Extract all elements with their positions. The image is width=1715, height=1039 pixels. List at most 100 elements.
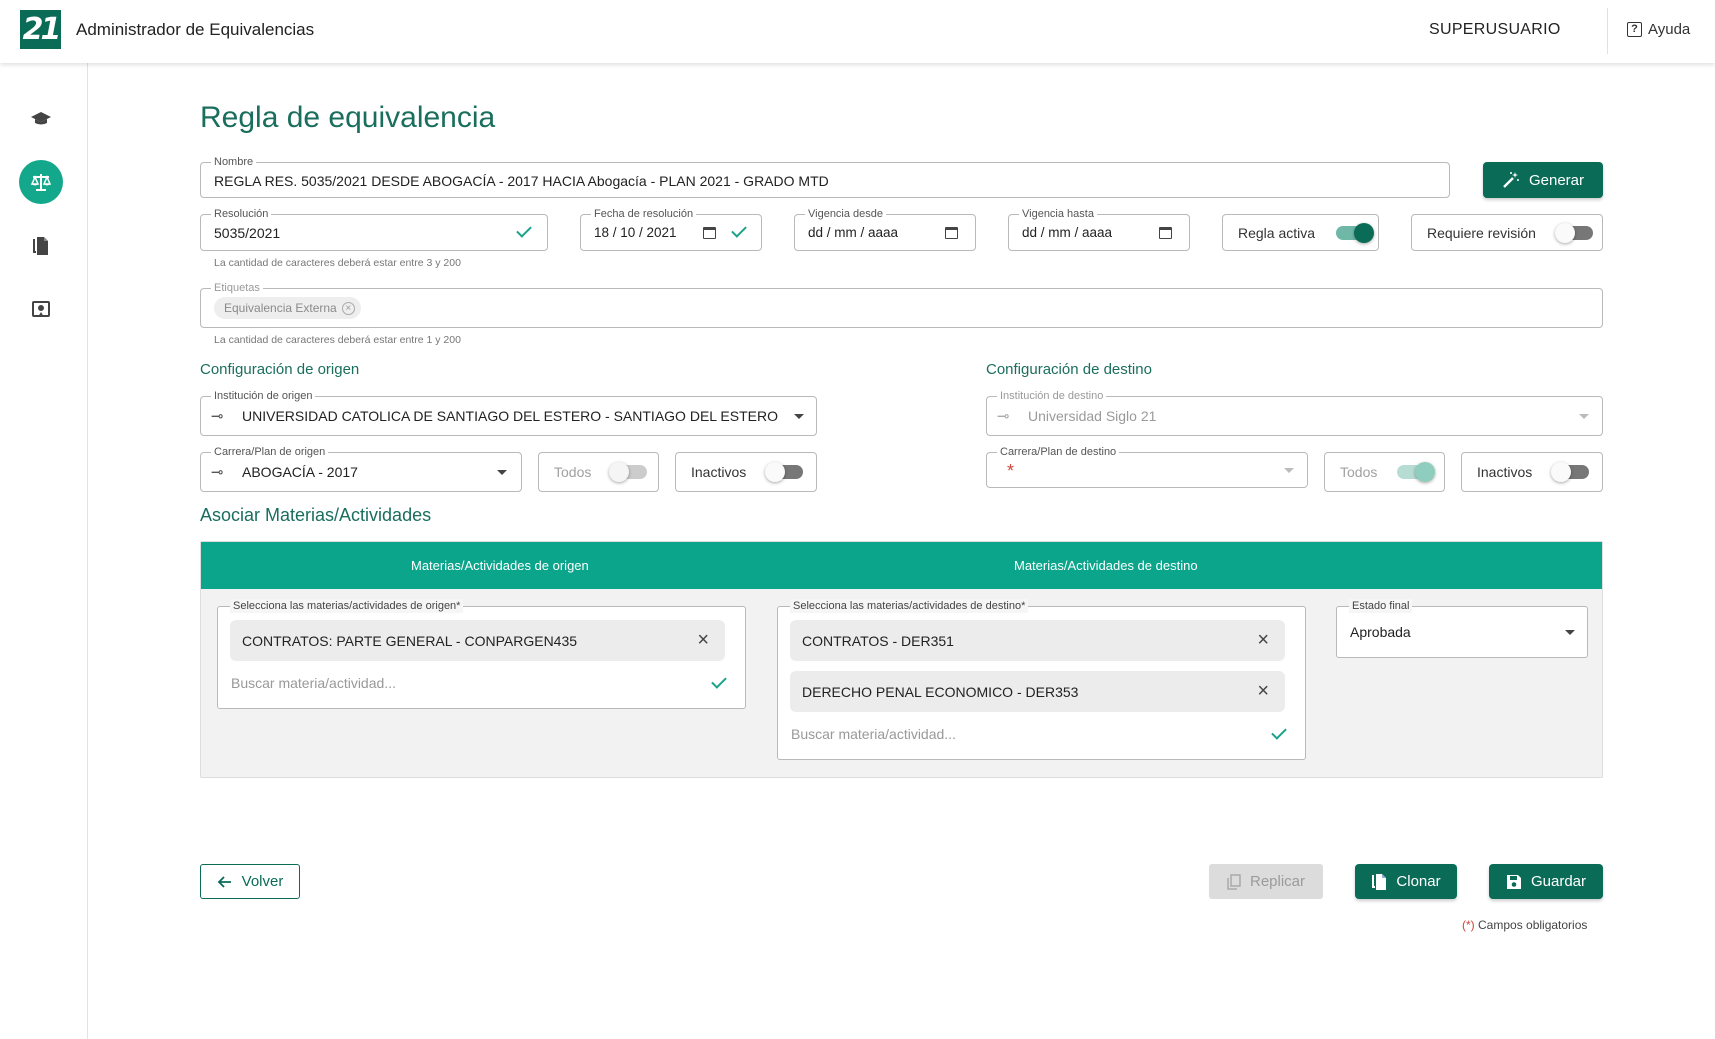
replicar-label: Replicar [1249,873,1306,890]
save-icon [1506,874,1521,889]
institucion-destino-label: Institución de destino [997,389,1107,403]
sidebar-item-equivalencias[interactable] [19,160,63,204]
materias-destino-search[interactable]: Buscar materia/actividad... [791,726,956,742]
etiqueta-chip[interactable]: Equivalencia Externa × [214,297,361,319]
origen-todos-label: Todos [554,464,592,480]
generar-button[interactable]: Generar [1483,162,1603,198]
top-bar: 21 Administrador de Equivalencias SUPERU… [0,0,1715,63]
close-icon[interactable]: × [1257,680,1269,703]
fecha-resolucion-label: Fecha de resolución [591,207,697,221]
guardar-button[interactable]: Guardar [1489,864,1603,899]
carrera-origen-value: ABOGACÍA - 2017 [242,464,358,480]
app-title: Administrador de Equivalencias [76,20,315,39]
sidebar-item-documentos[interactable] [19,224,63,268]
origen-inactivos-toggle[interactable]: Inactivos [675,452,817,492]
magic-wand-icon [1503,172,1519,188]
materia-origen-chip-label: CONTRATOS: PARTE GENERAL - CONPARGEN435 [242,633,578,649]
institucion-destino-value: Universidad Siglo 21 [1028,408,1157,424]
regla-activa-toggle[interactable]: Regla activa [1222,214,1379,251]
destino-todos-label: Todos [1340,464,1378,480]
help-button[interactable]: ? Ayuda [1627,21,1690,38]
help-icon: ? [1627,22,1642,37]
copy-icon [1372,873,1387,890]
fecha-resolucion-field[interactable]: Fecha de resolución 18 / 10 / 2021 [580,207,762,251]
origen-section-title: Configuración de origen [200,361,360,378]
balance-scale-icon [30,174,52,191]
regla-activa-label: Regla activa [1238,224,1316,241]
sidebar-item-titulaciones[interactable] [19,98,63,142]
destino-section-title: Configuración de destino [986,361,1152,378]
carrera-destino-select[interactable]: Carrera/Plan de destino * [986,445,1308,488]
nombre-label: Nombre [211,155,257,169]
destino-todos-toggle: Todos [1324,452,1445,492]
estado-final-label: Estado final [1349,599,1413,613]
materias-origen-field[interactable]: Selecciona las materias/actividades de o… [217,599,746,709]
check-icon[interactable] [1271,724,1287,740]
materias-destino-field[interactable]: Selecciona las materias/actividades de d… [777,599,1306,760]
close-icon[interactable]: × [1257,629,1269,652]
materia-destino-chip[interactable]: CONTRATOS - DER351 × [790,620,1285,661]
chevron-down-icon [1579,414,1589,419]
nombre-value: REGLA RES. 5035/2021 DESDE ABOGACÍA - 20… [214,173,829,189]
close-icon[interactable]: × [697,629,709,652]
requiere-revision-toggle[interactable]: Requiere revisión [1411,214,1603,251]
requiere-revision-switch[interactable] [1555,222,1593,243]
link-icon: ⊸ [211,408,224,425]
link-icon: ⊸ [211,464,224,481]
destino-todos-switch [1397,462,1435,482]
volver-button[interactable]: Volver [200,864,300,899]
institucion-origen-value: UNIVERSIDAD CATOLICA DE SANTIAGO DEL EST… [242,408,778,424]
check-icon[interactable] [711,673,727,689]
materia-destino-chip[interactable]: DERECHO PENAL ECONOMICO - DER353 × [790,671,1285,712]
user-name[interactable]: SUPERUSUARIO [1429,21,1561,39]
carrera-origen-select[interactable]: Carrera/Plan de origen ⊸ ABOGACÍA - 2017 [200,445,522,492]
destino-inactivos-toggle[interactable]: Inactivos [1461,452,1603,492]
regla-activa-switch[interactable] [1336,222,1374,243]
vigencia-hasta-field[interactable]: Vigencia hasta dd / mm / aaaa [1008,207,1190,251]
remove-chip-icon[interactable]: × [341,301,355,315]
materias-origen-label: Selecciona las materias/actividades de o… [230,599,464,613]
materias-origen-search[interactable]: Buscar materia/actividad... [231,675,396,691]
institucion-origen-select[interactable]: Institución de origen ⊸ UNIVERSIDAD CATO… [200,389,817,436]
origen-column-header: Materias/Actividades de origen [411,558,589,573]
resolucion-field[interactable]: Resolución 5035/2021 [200,207,548,251]
vigencia-desde-label: Vigencia desde [805,207,887,221]
vigencia-hasta-value: dd / mm / aaaa [1022,225,1113,240]
copy-documents-icon [33,237,48,255]
estado-final-select[interactable]: Estado final Aprobada [1336,599,1588,658]
check-icon [731,222,747,238]
resolucion-label: Resolución [211,207,272,221]
etiqueta-chip-label: Equivalencia Externa [224,301,337,315]
origen-todos-toggle: Todos [538,452,659,492]
resolucion-value: 5035/2021 [214,225,281,241]
materia-origen-chip[interactable]: CONTRATOS: PARTE GENERAL - CONPARGEN435 … [230,620,725,661]
copy-icon [1227,873,1241,890]
clonar-label: Clonar [1396,873,1441,890]
app-logo[interactable]: 21 [20,10,61,49]
carrera-origen-label: Carrera/Plan de origen [211,445,329,459]
sidebar-item-certificados[interactable] [19,288,63,332]
nombre-field[interactable]: Nombre REGLA RES. 5035/2021 DESDE ABOGAC… [200,155,1450,198]
chevron-down-icon [497,470,507,475]
chevron-down-icon [794,414,804,419]
help-label: Ayuda [1648,21,1691,38]
clonar-button[interactable]: Clonar [1355,864,1457,899]
calendar-icon[interactable] [703,227,716,239]
check-icon [516,222,532,238]
vigencia-desde-field[interactable]: Vigencia desde dd / mm / aaaa [794,207,976,251]
replicar-button: Replicar [1209,864,1323,899]
estado-final-value: Aprobada [1350,624,1411,640]
destino-inactivos-switch[interactable] [1551,462,1589,482]
asociar-panel: Materias/Actividades de origen Materias/… [200,541,1603,778]
origen-inactivos-switch[interactable] [765,462,803,482]
etiquetas-label: Etiquetas [211,281,263,295]
fecha-resolucion-value: 18 / 10 / 2021 [594,225,677,240]
vigencia-hasta-label: Vigencia hasta [1019,207,1097,221]
sidebar [0,63,88,1039]
calendar-icon[interactable] [945,227,958,239]
page-title: Regla de equivalencia [200,101,496,134]
calendar-icon[interactable] [1159,227,1172,239]
etiquetas-field[interactable]: Etiquetas Equivalencia Externa × [200,281,1603,328]
chevron-down-icon [1565,630,1575,635]
materias-destino-label: Selecciona las materias/actividades de d… [790,599,1029,613]
